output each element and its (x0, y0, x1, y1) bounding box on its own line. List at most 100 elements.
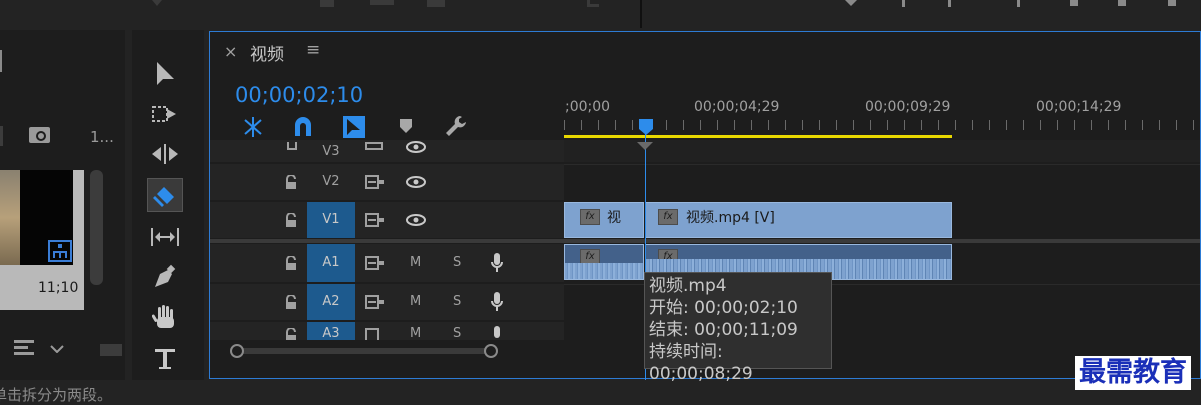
panel-menu-icon[interactable] (0, 50, 6, 72)
marker-icon[interactable] (843, 0, 859, 14)
status-bar: 单击拆分为两段。 (0, 381, 1201, 405)
mic-icon[interactable] (490, 291, 504, 313)
hand-tool[interactable] (147, 300, 183, 334)
solo-button[interactable]: S (453, 326, 461, 340)
track-header-v2: V2 (210, 164, 564, 200)
solo-button[interactable]: S (453, 294, 461, 309)
list-view-icon[interactable] (0, 126, 3, 146)
clip-label: 视 (607, 210, 621, 226)
slip-tool[interactable] (147, 220, 183, 254)
sort-icon[interactable] (14, 340, 34, 356)
scrollbar-handle-left[interactable] (230, 344, 244, 358)
ruler-label: 00;00;04;29 (694, 99, 780, 115)
sync-lock-icon[interactable] (365, 175, 385, 189)
fx-badge[interactable]: fx (580, 209, 600, 225)
eye-icon[interactable] (405, 140, 427, 154)
track-header-a2: A2 M S (210, 284, 564, 320)
lock-icon[interactable] (284, 213, 298, 227)
playhead-icon[interactable] (638, 118, 654, 136)
track-lane-v1[interactable]: fx 视 fx 视频.mp4 [V] (564, 202, 1200, 238)
track-label[interactable]: V2 (307, 174, 355, 189)
lock-icon[interactable] (284, 256, 298, 270)
track-select-forward-tool[interactable] (147, 98, 183, 132)
lock-icon[interactable] (284, 175, 298, 189)
sync-lock-icon[interactable] (365, 256, 385, 270)
step-forward-icon[interactable] (150, 0, 166, 14)
type-tool-icon (155, 349, 175, 369)
lock-icon[interactable] (287, 142, 297, 150)
step-forward-monitor-icon[interactable] (1168, 0, 1176, 6)
scrollbar-handle-right[interactable] (484, 344, 498, 358)
lock-icon[interactable] (284, 328, 298, 340)
tools-panel (132, 30, 204, 380)
mute-button[interactable]: M (410, 294, 421, 309)
go-to-in-icon[interactable] (1017, 0, 1020, 7)
mic-icon[interactable] (490, 325, 504, 340)
playhead-timecode[interactable]: 00;00;02;10 (235, 83, 363, 107)
sync-lock-icon[interactable] (365, 328, 385, 340)
video-audio-divider[interactable] (210, 239, 1200, 243)
sequence-icon (48, 240, 72, 262)
eye-icon[interactable] (405, 213, 427, 227)
add-marker-icon[interactable] (399, 118, 413, 134)
thumbnail-scrollbar[interactable] (90, 170, 103, 285)
video-clip-right[interactable]: fx 视频.mp4 [V] (645, 202, 952, 238)
find-icon[interactable] (29, 127, 50, 143)
sequence-tab-title[interactable]: 视频 (250, 40, 284, 65)
track-select-forward-icon (152, 106, 176, 122)
type-tool[interactable] (147, 342, 183, 376)
track-label[interactable]: V3 (307, 144, 355, 159)
mark-out-icon[interactable] (948, 0, 951, 7)
mute-button[interactable]: M (410, 326, 421, 340)
track-label[interactable]: A3 (307, 326, 355, 340)
export-frame-icon[interactable] (427, 0, 445, 7)
track-label[interactable]: V1 (307, 212, 355, 227)
insert-icon[interactable] (320, 0, 334, 7)
audio-clip-left[interactable]: fx (564, 244, 644, 280)
thumbnail-timecode: 11;10 (38, 280, 79, 296)
clip-thumbnail[interactable]: 11;10 (0, 170, 84, 310)
add-button-icon[interactable] (587, 0, 599, 7)
wrench-icon[interactable] (444, 114, 468, 138)
lock-icon[interactable] (284, 295, 298, 309)
nest-insert-icon[interactable] (241, 116, 265, 138)
snap-icon[interactable] (292, 116, 314, 138)
step-back-icon[interactable] (1070, 0, 1078, 6)
track-lane-v2[interactable] (564, 164, 1200, 201)
track-label[interactable]: A1 (307, 255, 355, 270)
video-clip-left[interactable]: fx 视 (564, 202, 644, 238)
mark-in-icon[interactable] (902, 0, 905, 7)
ripple-edit-icon (152, 144, 178, 164)
sync-lock-icon[interactable] (365, 295, 385, 309)
edit-point-icon (637, 142, 653, 150)
eye-icon[interactable] (405, 175, 427, 189)
work-area-bar[interactable] (564, 135, 952, 138)
razor-tool[interactable] (147, 178, 183, 212)
tooltip-duration: 持续时间: 00;00;08;29 (649, 342, 753, 384)
track-label[interactable]: A2 (307, 294, 355, 309)
zoom-scrollbar[interactable] (238, 348, 494, 354)
track-header-a3: A3 M S (210, 322, 564, 340)
ripple-edit-tool[interactable] (147, 137, 183, 171)
solo-button[interactable]: S (453, 255, 461, 270)
mute-button[interactable]: M (410, 255, 421, 270)
time-ruler[interactable]: ;00;00 00;00;04;29 00;00;09;29 00;00;14;… (564, 90, 1200, 140)
play-icon[interactable] (1118, 0, 1126, 6)
audio-waveform (565, 263, 643, 279)
selection-tool[interactable] (147, 57, 183, 91)
panel-menu-icon[interactable]: ≡ (306, 40, 320, 60)
ruler-ticks (564, 120, 1200, 130)
sync-lock-icon[interactable] (365, 142, 383, 150)
track-lane-v3[interactable] (564, 140, 1200, 162)
linked-selection-icon[interactable] (342, 115, 366, 139)
zoom-slider-icon[interactable] (100, 344, 122, 356)
mic-icon[interactable] (490, 252, 504, 274)
chevron-down-icon[interactable] (50, 345, 64, 353)
pen-tool[interactable] (147, 260, 183, 294)
close-icon[interactable]: × (224, 42, 237, 61)
track-header-a1: A1 M S (210, 244, 564, 282)
sync-lock-icon[interactable] (365, 213, 385, 227)
fx-badge[interactable]: fx (658, 209, 678, 225)
overwrite-icon[interactable] (370, 0, 394, 5)
ruler-label: ;00;00 (565, 99, 611, 115)
